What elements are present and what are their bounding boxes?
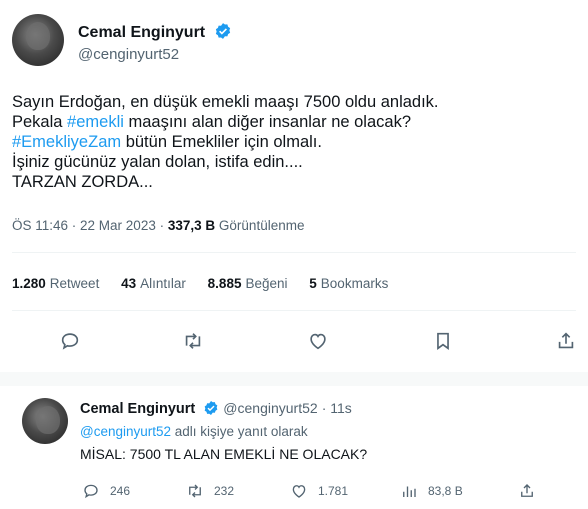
- timestamp-link[interactable]: ÖS 11:46 · 22 Mar 2023 ·: [12, 218, 164, 233]
- reply-text: MİSAL: 7500 TL ALAN EMEKLİ NE OLACAK?: [80, 446, 368, 462]
- retweets-label: Retweet: [49, 276, 100, 291]
- bookmarks-label: Bookmarks: [320, 276, 389, 291]
- views-chart-icon: [403, 486, 416, 497]
- tweet-line-text: İşiniz gücünüz yalan dolan, istifa edin.…: [12, 153, 303, 171]
- tweet-line-text: bütün Emekliler için olmalı.: [121, 133, 322, 151]
- like-icon: [292, 485, 306, 498]
- hashtag-link[interactable]: #emekli: [67, 113, 124, 131]
- avatar[interactable]: [12, 14, 64, 66]
- reply-views-button[interactable]: 83,8 B: [400, 482, 463, 500]
- likes-stat[interactable]: 8.885 Beğeni: [208, 276, 288, 291]
- reply-author-handle[interactable]: @cenginyurt52: [223, 400, 317, 416]
- quotes-label: Alıntılar: [140, 276, 186, 291]
- views-label: Görüntülenme: [218, 218, 305, 233]
- quotes-count: 43: [121, 276, 137, 291]
- reply-retweet-button[interactable]: 232: [186, 482, 234, 500]
- bookmark-icon: [437, 332, 449, 350]
- retweets-stat[interactable]: 1.280 Retweet: [12, 276, 99, 291]
- reply-button[interactable]: [57, 328, 83, 354]
- reply-count: 246: [110, 484, 131, 498]
- retweet-icon: [189, 484, 201, 498]
- share-button[interactable]: [553, 328, 579, 354]
- tweet-meta: ÖS 11:46 · 22 Mar 2023 · 337,3 B Görüntü…: [12, 218, 304, 233]
- divider: [12, 252, 576, 253]
- tweet-line: Pekala #emekli maaşını alan diğer insanl…: [12, 112, 572, 132]
- reply-reply-button[interactable]: 246: [82, 482, 130, 500]
- quotes-stat[interactable]: 43 Alıntılar: [121, 276, 186, 291]
- verified-badge-icon: [215, 23, 230, 39]
- likes-count: 8.885: [207, 276, 242, 291]
- tweet-line: #EmekliyeZam bütün Emekliler için olmalı…: [12, 132, 572, 152]
- tweet-line-text: Sayın Erdoğan, en düşük emekli maaşı 750…: [12, 93, 439, 111]
- reply-icon: [84, 484, 98, 499]
- share-icon: [521, 484, 533, 497]
- like-button[interactable]: [305, 328, 331, 354]
- retweet-button[interactable]: [180, 328, 206, 354]
- tweet-line: İşiniz gücünüz yalan dolan, istifa edin.…: [12, 152, 572, 172]
- views-count: 337,3 B: [167, 218, 216, 233]
- tweet-line: TARZAN ZORDA...: [12, 172, 572, 192]
- tweet-line-text: Pekala: [12, 113, 68, 131]
- divider: [12, 310, 576, 311]
- like-count: 1.781: [318, 484, 349, 498]
- bookmarks-stat[interactable]: 5 Bookmarks: [309, 276, 388, 291]
- verified-badge-icon: [204, 401, 218, 415]
- author-handle[interactable]: @cenginyurt52: [78, 46, 179, 63]
- main-tweet: Cemal Enginyurt @cenginyurt52 Sayın Erdo…: [0, 0, 588, 372]
- reply-time[interactable]: · 11s: [322, 400, 352, 416]
- reply-icon: [61, 333, 79, 350]
- reply-like-button[interactable]: 1.781: [290, 482, 348, 500]
- views-count: 83,8 B: [428, 484, 463, 498]
- share-icon: [558, 332, 574, 349]
- retweet-count: 232: [214, 484, 235, 498]
- likes-label: Beğeni: [245, 276, 288, 291]
- bookmarks-count: 5: [309, 276, 317, 291]
- hashtag-link[interactable]: #EmekliyeZam: [12, 133, 121, 151]
- reply-author-name[interactable]: Cemal Enginyurt: [80, 401, 195, 417]
- tweet-line: Sayın Erdoğan, en düşük emekli maaşı 750…: [12, 92, 572, 112]
- tweet-text: Sayın Erdoğan, en düşük emekli maaşı 750…: [12, 92, 572, 192]
- author-name[interactable]: Cemal Enginyurt: [78, 24, 205, 41]
- section-separator: [0, 372, 588, 386]
- avatar[interactable]: [22, 398, 68, 444]
- reply-to-label: adlı kişiye yanıt olarak: [174, 424, 308, 439]
- bookmark-button[interactable]: [430, 328, 456, 354]
- tweet-line-text: maaşını alan diğer insanlar ne olacak?: [123, 113, 411, 131]
- retweet-icon: [185, 333, 201, 349]
- reply-to-handle-link[interactable]: @cenginyurt52: [80, 424, 171, 439]
- reply-share-button[interactable]: [518, 482, 546, 500]
- tweet-line-text: TARZAN ZORDA...: [12, 173, 153, 191]
- retweets-count: 1.280: [12, 276, 46, 291]
- reply-tweet[interactable]: Cemal Enginyurt @cenginyurt52 · 11s @cen…: [0, 386, 588, 509]
- like-icon: [310, 333, 326, 350]
- engagement-stats: 1.280 Retweet 43 Alıntılar 8.885 Beğeni 5 Bo…: [12, 276, 406, 291]
